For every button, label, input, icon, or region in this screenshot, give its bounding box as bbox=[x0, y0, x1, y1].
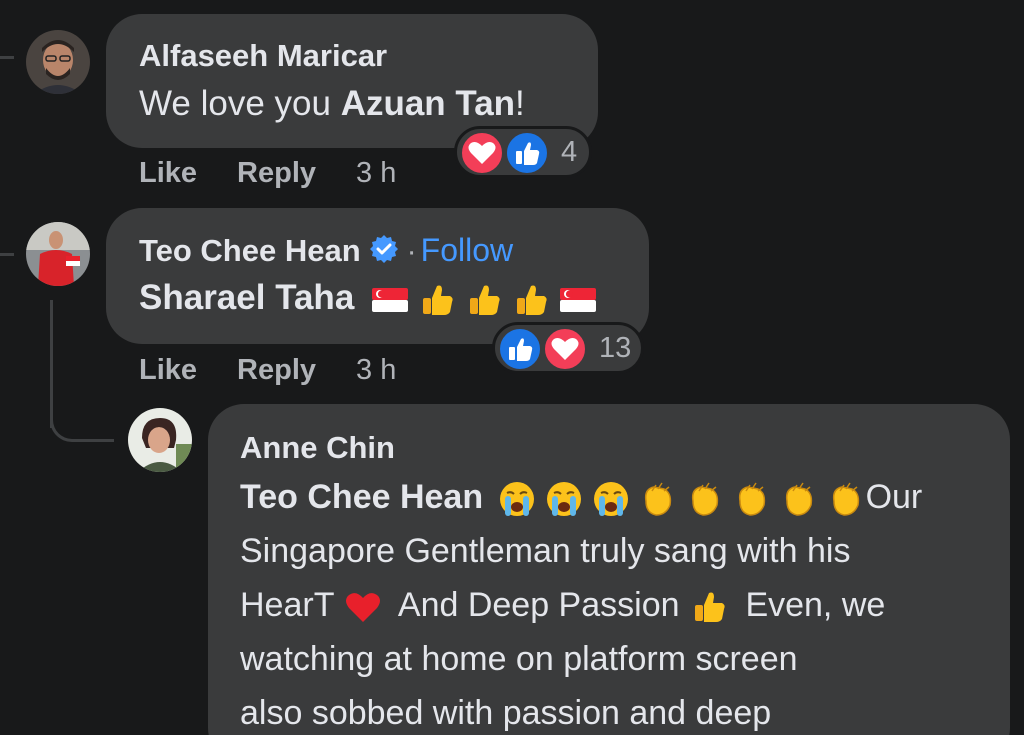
clapping-hands-icon bbox=[638, 479, 678, 519]
reaction-summary[interactable]: 13 bbox=[492, 322, 644, 374]
comment-text-suffix: ! bbox=[515, 84, 525, 123]
verified-badge-icon bbox=[369, 234, 399, 264]
follow-link[interactable]: Follow bbox=[421, 232, 513, 268]
clapping-hands-icon bbox=[685, 479, 725, 519]
reaction-count: 13 bbox=[599, 332, 632, 364]
thread-line bbox=[0, 56, 14, 59]
crying-face-icon bbox=[544, 479, 584, 519]
reply-button[interactable]: Reply bbox=[237, 354, 316, 387]
comment-thread: Alfaseeh Maricar We love you Azuan Tan! … bbox=[0, 0, 1024, 735]
mention-link[interactable]: Sharael Taha bbox=[139, 278, 354, 317]
reply-button[interactable]: Reply bbox=[237, 157, 316, 190]
thumbs-up-icon bbox=[689, 587, 729, 627]
comment-actions: Like Reply 3 h bbox=[139, 157, 396, 190]
reply-text: Teo Chee Hean Our Singapore Gentleman tr… bbox=[240, 470, 1000, 735]
clapping-hands-icon bbox=[732, 479, 772, 519]
comment-text-prefix: We love you bbox=[139, 84, 341, 123]
reply-line-3c: Even, we bbox=[745, 586, 886, 624]
comment-text: We love you Azuan Tan! bbox=[139, 84, 525, 124]
reply-line-2: Singapore Gentleman truly sang with his bbox=[240, 532, 851, 570]
crying-face-icon bbox=[591, 479, 631, 519]
timestamp[interactable]: 3 h bbox=[356, 354, 396, 387]
mention-link[interactable]: Teo Chee Hean bbox=[240, 478, 483, 516]
crying-face-icon bbox=[497, 479, 537, 519]
avatar[interactable] bbox=[26, 222, 90, 286]
love-reaction-icon bbox=[460, 131, 504, 175]
reply-line-5: also sobbed with passion and deep bbox=[240, 694, 772, 732]
reply-author[interactable]: Anne Chin bbox=[240, 430, 395, 466]
separator-dot: · bbox=[406, 235, 417, 268]
timestamp[interactable]: 3 h bbox=[356, 157, 396, 190]
singapore-flag-icon bbox=[370, 280, 410, 320]
clapping-hands-icon bbox=[779, 479, 819, 519]
love-reaction-icon bbox=[543, 327, 587, 371]
like-reaction-icon bbox=[505, 131, 549, 175]
red-heart-icon bbox=[343, 587, 383, 627]
thread-line bbox=[50, 398, 114, 442]
comment-text: Sharael Taha bbox=[139, 278, 605, 320]
reply-line-1-tail: Our bbox=[865, 478, 923, 516]
like-button[interactable]: Like bbox=[139, 354, 197, 387]
thumbs-up-icon bbox=[464, 280, 504, 320]
clapping-hands-icon bbox=[826, 479, 866, 519]
thread-line bbox=[0, 253, 14, 256]
avatar[interactable] bbox=[26, 30, 90, 94]
thumbs-up-icon bbox=[511, 280, 551, 320]
thumbs-up-icon bbox=[417, 280, 457, 320]
reply-line-3b: And Deep Passion bbox=[397, 586, 680, 624]
reaction-count: 4 bbox=[561, 136, 578, 168]
comment-author-row: Teo Chee Hean · Follow bbox=[139, 232, 513, 269]
comment-author[interactable]: Alfaseeh Maricar bbox=[139, 38, 387, 74]
mention-link[interactable]: Azuan Tan bbox=[341, 84, 515, 123]
comment-actions: Like Reply 3 h bbox=[139, 354, 396, 387]
like-reaction-icon bbox=[498, 327, 542, 371]
comment-author[interactable]: Teo Chee Hean bbox=[139, 233, 361, 268]
reply-line-3a: HearT bbox=[240, 586, 334, 624]
reaction-summary[interactable]: 4 bbox=[454, 126, 592, 178]
reply-line-4: watching at home on platform screen bbox=[240, 640, 798, 678]
like-button[interactable]: Like bbox=[139, 157, 197, 190]
avatar[interactable] bbox=[128, 408, 192, 472]
singapore-flag-icon bbox=[558, 280, 598, 320]
